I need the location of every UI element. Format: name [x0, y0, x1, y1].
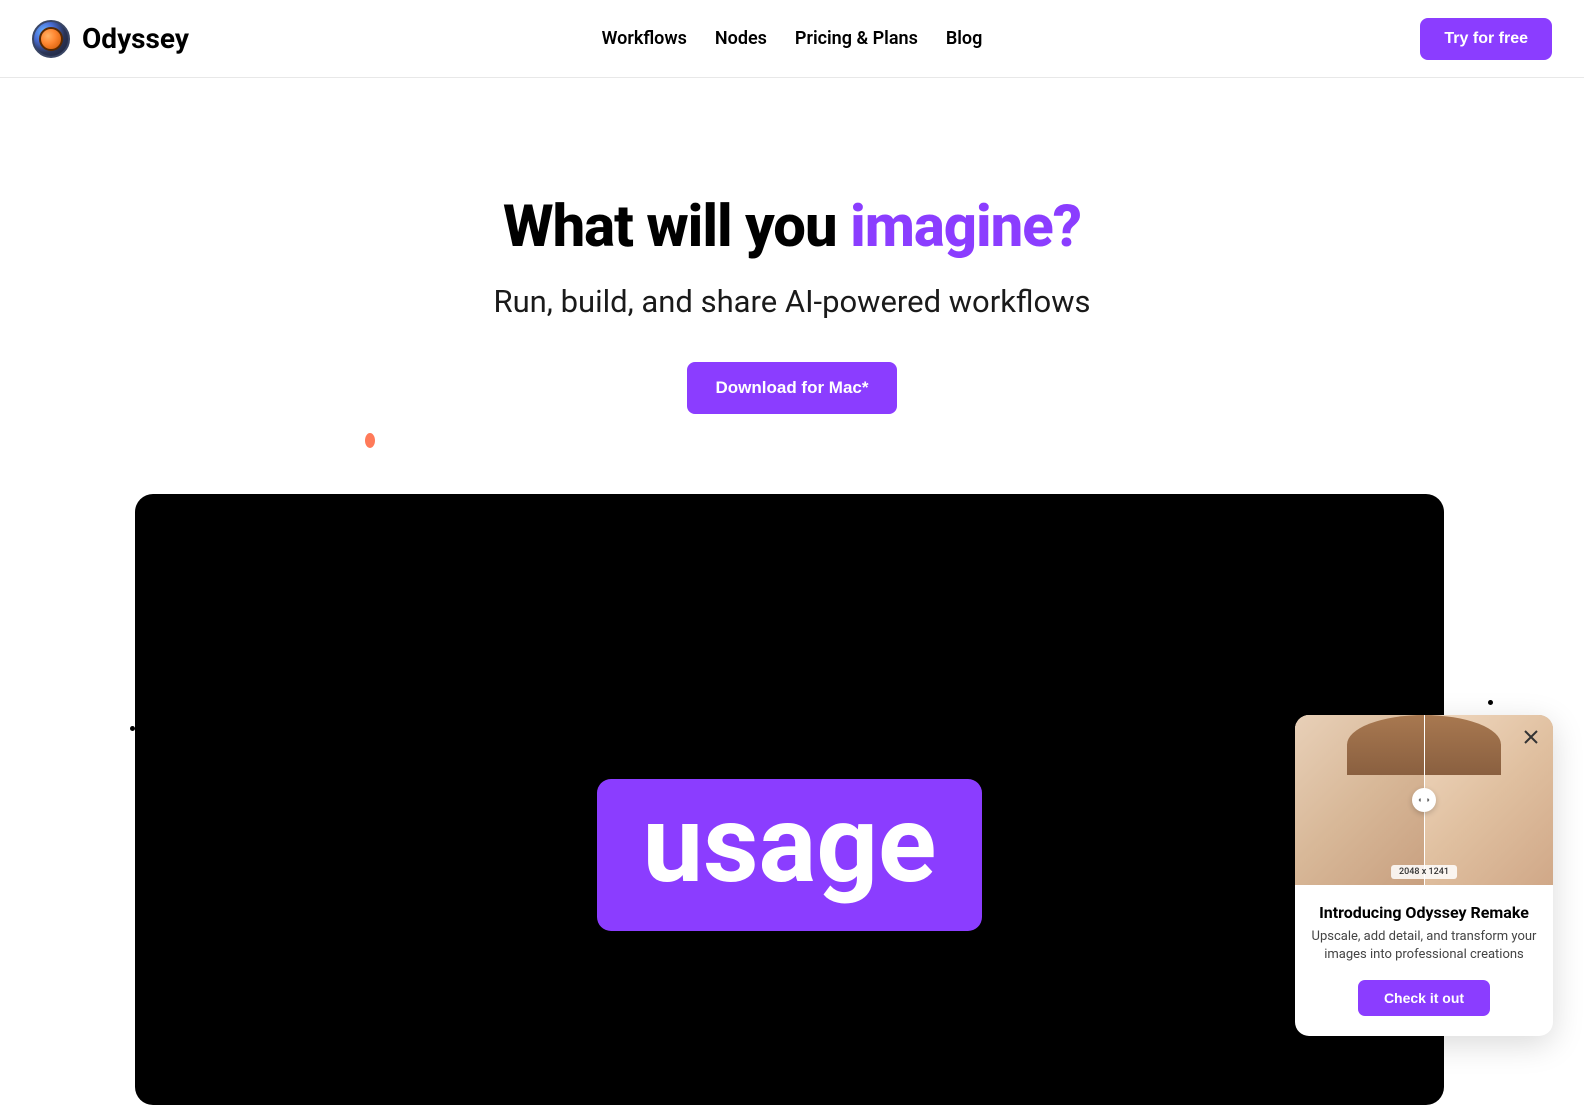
nav-workflows[interactable]: Workflows — [602, 28, 687, 49]
slider-handle-icon[interactable] — [1412, 788, 1436, 812]
hero-section: What will you imagine? Run, build, and s… — [0, 78, 1584, 414]
nav-nodes[interactable]: Nodes — [715, 28, 767, 49]
popup-comparison-image[interactable]: 2048 x 1241 — [1295, 715, 1553, 885]
decorative-blob — [365, 433, 375, 448]
popup-dimensions-badge: 2048 x 1241 — [1391, 865, 1457, 879]
popup-cta-button[interactable]: Check it out — [1358, 980, 1490, 1016]
nav-pricing[interactable]: Pricing & Plans — [795, 28, 918, 49]
popup-description: Upscale, add detail, and transform your … — [1309, 928, 1539, 964]
hero-title-prefix: What will you — [503, 193, 850, 261]
logo-icon — [32, 20, 70, 58]
arrows-horizontal-icon — [1418, 794, 1430, 806]
logo-group[interactable]: Odyssey — [32, 20, 189, 58]
hero-subtitle: Run, build, and share AI-powered workflo… — [0, 283, 1584, 320]
promo-popup: 2048 x 1241 Introducing Odyssey Remake U… — [1295, 715, 1553, 1036]
popup-content: Introducing Odyssey Remake Upscale, add … — [1295, 885, 1553, 1036]
hero-title: What will you imagine? — [0, 193, 1584, 261]
decorative-dot — [1488, 700, 1493, 705]
popup-title: Introducing Odyssey Remake — [1309, 903, 1539, 922]
video-container[interactable]: usage — [135, 494, 1444, 1105]
header: Odyssey Workflows Nodes Pricing & Plans … — [0, 0, 1584, 78]
video-overlay-label: usage — [597, 779, 983, 931]
main-nav: Workflows Nodes Pricing & Plans Blog — [602, 28, 983, 49]
try-free-button[interactable]: Try for free — [1420, 18, 1552, 60]
nav-blog[interactable]: Blog — [946, 28, 983, 49]
hero-title-accent: imagine? — [850, 193, 1081, 261]
close-icon[interactable] — [1519, 725, 1543, 749]
logo-text: Odyssey — [82, 22, 189, 55]
download-button[interactable]: Download for Mac* — [687, 362, 896, 414]
